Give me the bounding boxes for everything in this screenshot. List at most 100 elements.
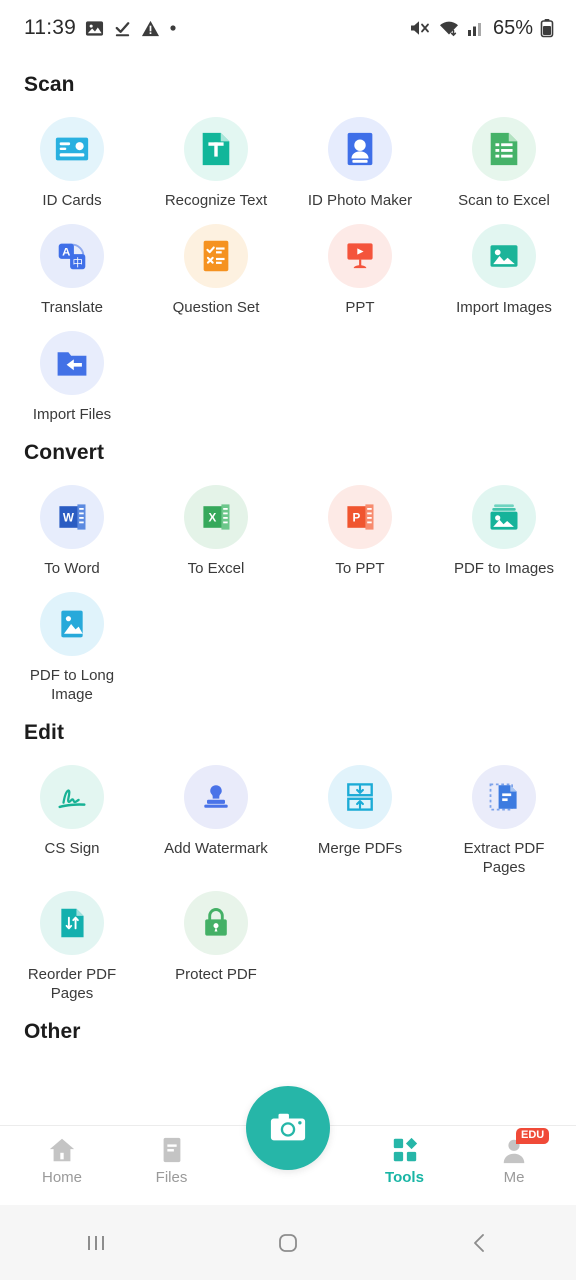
extract-pdf-icon <box>472 765 536 829</box>
recents-button[interactable] <box>36 1230 156 1256</box>
tool-label: To Word <box>44 560 100 577</box>
word-icon: W <box>40 485 104 549</box>
tool-add-watermark[interactable]: Add Watermark <box>144 755 288 877</box>
watermark-icon <box>184 765 248 829</box>
status-bar: 11:39 65% <box>0 0 576 56</box>
camera-icon <box>267 1109 309 1147</box>
home-button[interactable] <box>228 1230 348 1256</box>
tool-question-set[interactable]: Question Set <box>144 214 288 317</box>
tool-import-images[interactable]: Import Images <box>432 214 576 317</box>
svg-text:P: P <box>353 512 361 525</box>
tools-icon <box>391 1136 419 1164</box>
signature-icon <box>40 765 104 829</box>
tool-label: PDF to Images <box>453 560 555 577</box>
ppt-icon <box>328 224 392 288</box>
tool-cs-sign[interactable]: CS Sign <box>0 755 144 877</box>
tool-to-word[interactable]: W To Word <box>0 475 144 578</box>
dot-icon <box>169 24 177 32</box>
protect-pdf-icon <box>184 891 248 955</box>
tool-scan-to-excel[interactable]: Scan to Excel <box>432 107 576 210</box>
status-bar-left: 11:39 <box>24 16 177 40</box>
nav-label: Me <box>503 1169 525 1186</box>
wifi-icon <box>438 18 460 38</box>
back-chevron-icon <box>467 1230 493 1256</box>
scan-grid: ID Cards Recognize Text ID Photo Maker S… <box>0 107 576 424</box>
tool-label: Extract PDF Pages <box>463 840 545 876</box>
tool-id-cards[interactable]: ID Cards <box>0 107 144 210</box>
tool-import-files[interactable]: Import Files <box>0 321 144 424</box>
battery-icon <box>540 18 554 38</box>
status-badge: EDU <box>516 1128 550 1144</box>
tool-reorder-pdf-pages[interactable]: Reorder PDF Pages <box>0 881 144 1003</box>
tool-protect-pdf[interactable]: Protect PDF <box>144 881 288 1003</box>
convert-grid: W To Word X To Excel P To PPT PDF to Ima… <box>0 475 576 704</box>
translate-icon: A中 <box>40 224 104 288</box>
import-files-icon <box>40 331 104 395</box>
mute-icon <box>409 18 431 38</box>
tool-label: To Excel <box>187 560 245 577</box>
section-title-edit: Edit <box>24 721 65 744</box>
home-square-icon <box>275 1230 301 1256</box>
tool-recognize-text[interactable]: Recognize Text <box>144 107 288 210</box>
excel-icon: X <box>184 485 248 549</box>
tool-label: Add Watermark <box>164 840 268 857</box>
section-title-scan: Scan <box>24 73 75 96</box>
section-title-other: Other <box>24 1020 81 1043</box>
tool-label: ID Cards <box>42 192 102 209</box>
nav-item-home[interactable]: Home <box>14 1126 110 1186</box>
system-navigation-bar <box>0 1205 576 1280</box>
tool-label: Translate <box>41 299 103 316</box>
question-set-icon <box>184 224 248 288</box>
tool-label: Question Set <box>172 299 260 316</box>
svg-text:W: W <box>63 512 75 525</box>
battery-percent: 65% <box>492 16 533 39</box>
tool-label: Recognize Text <box>164 192 268 209</box>
scan-excel-icon <box>472 117 536 181</box>
tool-pdf-to-images[interactable]: PDF to Images <box>432 475 576 578</box>
nav-item-files[interactable]: Files <box>124 1126 220 1186</box>
reorder-pdf-icon <box>40 891 104 955</box>
svg-text:中: 中 <box>72 256 82 269</box>
pdf-to-images-icon <box>472 485 536 549</box>
tool-extract-pdf-pages[interactable]: Extract PDF Pages <box>432 755 576 877</box>
tool-pdf-to-long-image[interactable]: PDF to Long Image <box>0 582 144 704</box>
app-screen: 11:39 65% Scan ID Cards Recognize Text I… <box>0 0 576 1280</box>
back-button[interactable] <box>420 1230 540 1256</box>
download-check-icon <box>113 19 132 38</box>
merge-pdf-icon <box>328 765 392 829</box>
status-time: 11:39 <box>24 16 76 39</box>
svg-text:X: X <box>209 512 217 525</box>
files-icon <box>158 1136 186 1164</box>
tool-translate[interactable]: A中 Translate <box>0 214 144 317</box>
tool-label: ID Photo Maker <box>307 192 413 209</box>
nav-label: Tools <box>385 1169 424 1186</box>
tools-content[interactable]: Scan ID Cards Recognize Text ID Photo Ma… <box>0 56 576 1125</box>
image-icon <box>85 19 104 38</box>
tool-id-photo-maker[interactable]: ID Photo Maker <box>288 107 432 210</box>
id-photo-icon <box>328 117 392 181</box>
status-bar-right: 65% <box>409 17 554 40</box>
tool-label: PPT <box>345 299 375 316</box>
tool-label: Merge PDFs <box>317 840 403 857</box>
powerpoint-icon: P <box>328 485 392 549</box>
recognize-text-icon <box>184 117 248 181</box>
tool-label: Import Images <box>456 299 552 316</box>
camera-button[interactable] <box>246 1086 330 1170</box>
tool-merge-pdfs[interactable]: Merge PDFs <box>288 755 432 877</box>
tool-label: Import Files <box>32 406 112 423</box>
tool-label: Scan to Excel <box>458 192 550 209</box>
warning-triangle-icon <box>141 19 160 38</box>
nav-label: Files <box>155 1169 188 1186</box>
import-images-icon <box>472 224 536 288</box>
section-title-convert: Convert <box>24 441 105 464</box>
edit-grid: CS Sign Add Watermark Merge PDFs Extract… <box>0 755 576 1003</box>
nav-label: Home <box>41 1169 82 1186</box>
tool-label: Protect PDF <box>175 966 257 983</box>
id-card-icon <box>40 117 104 181</box>
tool-to-ppt[interactable]: P To PPT <box>288 475 432 578</box>
nav-item-me[interactable]: EDU Me <box>466 1126 562 1186</box>
signal-icon <box>467 19 485 37</box>
tool-ppt[interactable]: PPT <box>288 214 432 317</box>
nav-item-tools[interactable]: Tools <box>357 1126 453 1186</box>
tool-to-excel[interactable]: X To Excel <box>144 475 288 578</box>
